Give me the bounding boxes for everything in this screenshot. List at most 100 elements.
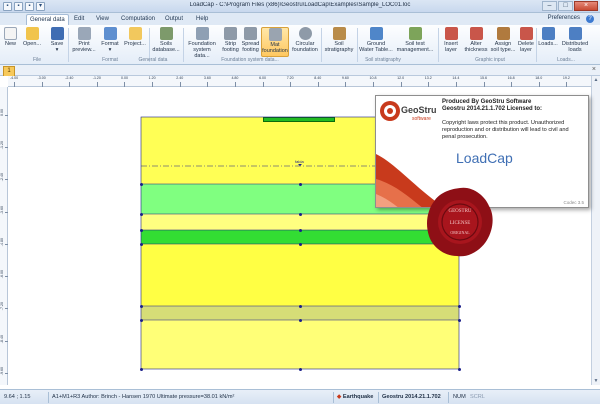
layer-node[interactable] <box>139 242 143 246</box>
status-bar: 9.64 ; 1.15 A1+M1+R3 Author: Brinch - Ha… <box>0 389 600 404</box>
strip-footing-button[interactable]: Strip footing <box>221 27 240 53</box>
ruler-tick-label: 19.2 <box>562 76 570 80</box>
document-tab-bar: 1 × <box>0 65 600 76</box>
open-folder-icon <box>25 27 39 40</box>
layer-node[interactable] <box>139 212 143 216</box>
quick-access-toolbar: ▪ ▪ ▪ ▾ <box>3 2 45 11</box>
preferences-menu[interactable]: Preferences <box>548 15 580 21</box>
help-icon[interactable]: ? <box>586 15 594 23</box>
wax-seal-icon: GEOSTRU LICENSE ORIGINAL <box>427 187 493 257</box>
status-earthquake[interactable]: ◆ Earthquake <box>337 394 373 400</box>
ruler-tick-label: 16.8 <box>507 76 515 80</box>
ruler-tick-label: -9.60 <box>0 366 4 375</box>
ruler-tick-label: 4.80 <box>231 76 239 80</box>
soil-test-management-button[interactable]: Soil test management... <box>395 27 435 53</box>
tab-view[interactable]: View <box>93 14 112 25</box>
ruler-tick-label: 10.8 <box>369 76 377 80</box>
layer-node[interactable] <box>298 367 302 371</box>
soil-database-icon <box>159 27 173 40</box>
ribbon-tab-bar: General data Edit View Computation Outpu… <box>0 13 600 25</box>
ribbon: New Open... Save ▾ Print preview... Proje… <box>0 25 600 65</box>
loads-button[interactable]: Loads... <box>538 27 558 47</box>
mat-foundation-button[interactable]: Mat foundation <box>261 27 289 57</box>
ruler-tick-label: -1.20 <box>0 141 4 150</box>
ruler-tick-label: 6.00 <box>259 76 267 80</box>
format-button[interactable]: Format ▾ <box>99 27 121 53</box>
scroll-down-icon[interactable]: ▼ <box>593 378 599 384</box>
layer-node[interactable] <box>298 304 302 308</box>
layer-node[interactable] <box>139 182 143 186</box>
ruler-tick-label: 14.4 <box>452 76 460 80</box>
ruler-tick-label: 3.60 <box>203 76 211 80</box>
layer-node[interactable] <box>139 367 143 371</box>
soil-stratigraphy-button[interactable]: Soil stratigraphy <box>323 27 355 53</box>
tab-general-data[interactable]: General data <box>26 14 69 25</box>
tab-output[interactable]: Output <box>162 14 186 25</box>
layer-node[interactable] <box>457 318 461 322</box>
scroll-up-icon[interactable]: ▲ <box>593 77 599 83</box>
delete-layer-icon <box>519 27 533 40</box>
ruler-tick-label: 7.20 <box>286 76 294 80</box>
layer-node[interactable] <box>139 304 143 308</box>
layer-node[interactable] <box>298 182 302 186</box>
splash-code: Codec 3.5 <box>563 200 584 205</box>
layer-node[interactable] <box>457 367 461 371</box>
qat-save-icon[interactable]: ▪ <box>25 2 34 11</box>
layer-node[interactable] <box>457 304 461 308</box>
close-button[interactable]: × <box>574 1 598 11</box>
ruler-tick-label: 0.00 <box>0 109 4 116</box>
layer-node[interactable] <box>298 242 302 246</box>
ruler-tick-label: -1.20 <box>92 76 101 80</box>
group-label-loads: Loads... <box>557 57 575 63</box>
qat-new-icon[interactable]: ▪ <box>3 2 12 11</box>
splash-version-line: Geostru 2014.21.1.702 Licensed to: <box>442 106 543 112</box>
alter-thickness-button[interactable]: Alter thickness <box>463 27 489 53</box>
assign-soil-type-button[interactable]: Assign soil type... <box>490 27 516 53</box>
ground-water-table-button[interactable]: Ground Water Table... <box>359 27 393 53</box>
distributed-loads-icon <box>568 27 582 40</box>
layer-node[interactable] <box>139 318 143 322</box>
qat-customize-icon[interactable]: ▾ <box>36 2 45 11</box>
status-info: A1+M1+R3 Author: Brinch - Hansen 1970 Ul… <box>52 394 235 400</box>
soil-test-icon <box>408 27 422 40</box>
circular-foundation-button[interactable]: Circular foundation <box>291 27 319 53</box>
insert-layer-icon <box>444 27 458 40</box>
document-tab[interactable]: 1 <box>3 66 15 76</box>
layer-node[interactable] <box>298 318 302 322</box>
soils-database-button[interactable]: Soils database... <box>151 27 181 53</box>
ruler-tick-label: 1.20 <box>148 76 156 80</box>
layer-node[interactable] <box>139 228 143 232</box>
project-button[interactable]: Project... <box>122 27 148 47</box>
tab-computation[interactable]: Computation <box>118 14 158 25</box>
close-document-icon[interactable]: × <box>592 66 596 73</box>
save-button[interactable]: Save ▾ <box>48 27 66 53</box>
print-preview-button[interactable]: Print preview... <box>70 27 98 53</box>
insert-layer-button[interactable]: Insert layer <box>440 27 462 53</box>
ruler-tick-label: -7.20 <box>0 302 4 311</box>
distributed-loads-button[interactable]: Distributed loads <box>560 27 590 53</box>
ruler-tick-label: 8.40 <box>314 76 322 80</box>
status-version: Geostru 2014.21.1.702 <box>382 394 441 400</box>
tab-edit[interactable]: Edit <box>71 14 87 25</box>
delete-layer-button[interactable]: Delete layer <box>517 27 535 53</box>
new-button[interactable]: New <box>3 27 18 47</box>
vertical-scrollbar[interactable]: ▲ ▼ <box>591 76 600 385</box>
alter-thickness-icon <box>469 27 483 40</box>
ruler-tick-label: -3.00 <box>37 76 46 80</box>
foundation-system-data-button[interactable]: Foundation system data... <box>185 27 219 59</box>
window-title: LoadCap - C:\Program Files (x86)\Geostru… <box>189 2 411 8</box>
assign-soil-icon <box>496 27 510 40</box>
ruler-tick-label: -8.40 <box>0 334 4 343</box>
layer-node[interactable] <box>298 228 302 232</box>
tab-help[interactable]: Help <box>193 14 211 25</box>
ruler-tick-label: 2.40 <box>176 76 184 80</box>
svg-text:GEOSTRU: GEOSTRU <box>448 209 471 214</box>
minimize-button[interactable]: – <box>542 1 557 11</box>
maximize-button[interactable]: □ <box>558 1 573 11</box>
circular-foundation-icon <box>298 27 312 40</box>
layer-node[interactable] <box>298 212 302 216</box>
qat-open-icon[interactable]: ▪ <box>14 2 23 11</box>
open-button[interactable]: Open... <box>21 27 43 47</box>
spread-footing-button[interactable]: Spread footing <box>241 27 260 53</box>
status-coordinates: 9.64 ; 1.15 <box>4 394 31 400</box>
